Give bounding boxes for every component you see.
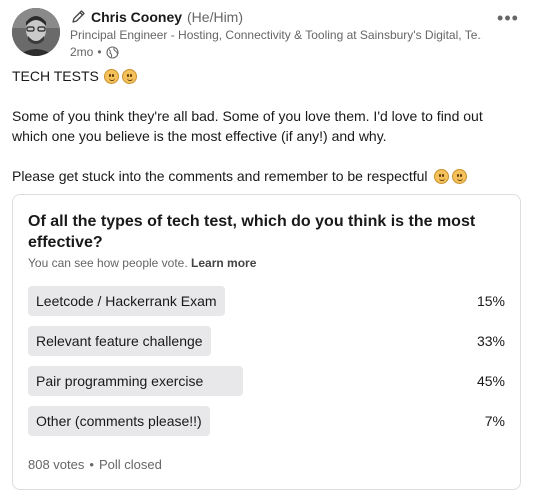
- post-paragraph: Some of you think they're all bad. Some …: [12, 108, 483, 144]
- poll-option-label: Leetcode / Hackerrank Exam: [36, 293, 217, 309]
- learn-more-link[interactable]: Learn more: [191, 256, 256, 270]
- poll-option[interactable]: Leetcode / Hackerrank Exam 15%: [28, 286, 505, 316]
- poll-option[interactable]: Other (comments please!!) 7%: [28, 406, 505, 436]
- poll-option-percent: 15%: [476, 293, 505, 309]
- poll-option-label: Other (comments please!!): [36, 413, 202, 429]
- poll-option-label: Pair programming exercise: [36, 373, 204, 389]
- post-time: 2mo: [70, 45, 94, 59]
- meta-separator: •: [97, 45, 102, 59]
- author-block: Chris Cooney (He/Him) Principal Engineer…: [70, 6, 482, 60]
- poll-option-percent: 7%: [484, 413, 505, 429]
- poll-hint-text: You can see how people vote.: [28, 256, 188, 270]
- post-title: TECH TESTS: [12, 68, 99, 84]
- poll-hint: You can see how people vote. Learn more: [28, 256, 256, 270]
- poll-option-percent: 33%: [476, 333, 505, 349]
- author-pronouns: (He/Him): [187, 9, 244, 25]
- post-paragraph: Please get stuck into the comments and r…: [12, 168, 428, 184]
- avatar[interactable]: [12, 8, 60, 56]
- more-options-button[interactable]: •••: [494, 8, 522, 28]
- pencil-icon: [70, 9, 86, 25]
- post-meta: 2mo •: [70, 44, 482, 60]
- avatar-image: [12, 8, 60, 56]
- post-header: Chris Cooney (He/Him) Principal Engineer…: [12, 6, 522, 60]
- author-name-row: Chris Cooney (He/Him): [70, 6, 482, 28]
- author-headline: Principal Engineer - Hosting, Connectivi…: [70, 28, 482, 42]
- post-body: TECH TESTS Some of you think they're all…: [12, 66, 522, 186]
- poll-option[interactable]: Relevant feature challenge 33%: [28, 326, 505, 356]
- author-name[interactable]: Chris Cooney: [91, 9, 182, 25]
- post-paragraph-row: Please get stuck into the comments and r…: [12, 166, 522, 186]
- post-card: Chris Cooney (He/Him) Principal Engineer…: [0, 0, 534, 496]
- smile-emoji-icon: [451, 168, 467, 184]
- poll-question: Of all the types of tech test, which do …: [28, 213, 476, 251]
- globe-icon: [105, 45, 119, 59]
- poll-footer: 808 votes • Poll closed: [28, 457, 162, 472]
- grimace-emoji-icon: [103, 68, 119, 84]
- grimace-emoji-icon: [121, 68, 137, 84]
- poll-card: Of all the types of tech test, which do …: [12, 194, 521, 490]
- poll-footer-separator: •: [89, 457, 94, 472]
- poll-votes[interactable]: 808 votes: [28, 457, 84, 472]
- poll-option-label: Relevant feature challenge: [36, 333, 203, 349]
- poll-options: Leetcode / Hackerrank Exam 15% Relevant …: [28, 286, 505, 446]
- post-title-row: TECH TESTS: [12, 66, 522, 86]
- poll-option-percent: 45%: [476, 373, 505, 389]
- smile-emoji-icon: [433, 168, 449, 184]
- poll-status: Poll closed: [98, 457, 162, 472]
- poll-option[interactable]: Pair programming exercise 45%: [28, 366, 505, 396]
